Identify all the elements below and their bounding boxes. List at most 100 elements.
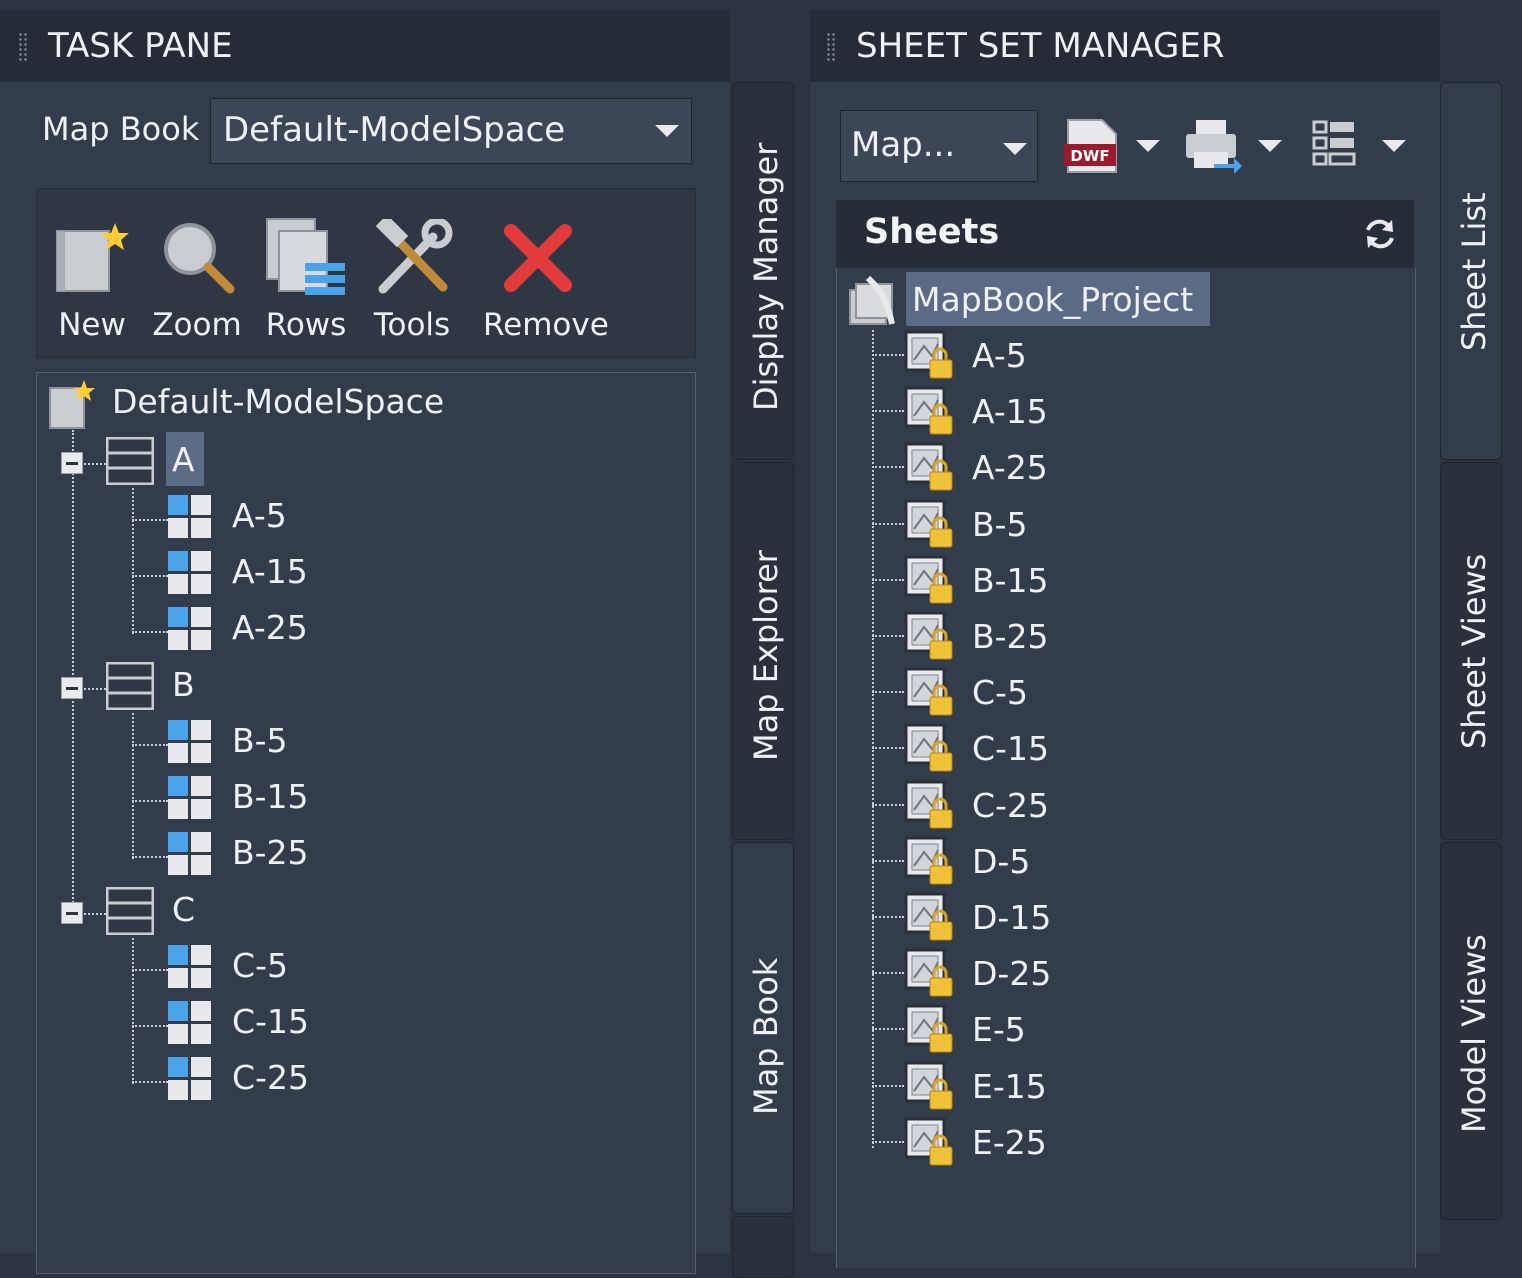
map-tile-icon — [168, 720, 211, 763]
dwf-text: DWF — [1070, 147, 1109, 165]
sheet-set-manager-title-bar: SHEET SET MANAGER — [810, 10, 1440, 82]
sheet-item-label[interactable]: C-25 — [972, 786, 1049, 826]
sheet-item-label[interactable]: E-15 — [972, 1067, 1047, 1107]
tree-connector — [872, 578, 904, 581]
tab-display-manager-label: Display Manager — [747, 142, 785, 411]
sheet-item-label[interactable]: E-25 — [972, 1123, 1047, 1163]
sheet-item-label[interactable]: B-15 — [972, 561, 1049, 601]
tree-item-label[interactable]: B-5 — [232, 721, 288, 761]
publish-dwf-button[interactable]: DWF — [1062, 118, 1166, 174]
sheet-selections-button[interactable] — [1308, 118, 1412, 174]
tree-connector — [872, 1028, 904, 1031]
sheet-item-label[interactable]: E-5 — [972, 1010, 1026, 1050]
sheet-item-label[interactable]: B-5 — [972, 505, 1028, 545]
rows-button[interactable]: Rows — [251, 189, 361, 357]
collapse-b-toggle[interactable] — [61, 677, 83, 699]
tree-connector — [872, 859, 904, 862]
tree-item-label[interactable]: C-5 — [232, 946, 288, 986]
chevron-down-icon[interactable] — [1136, 140, 1160, 152]
refresh-icon[interactable] — [1362, 216, 1398, 252]
tree-item-label[interactable]: C-15 — [232, 1002, 309, 1042]
tree-item-label[interactable]: B-25 — [232, 833, 309, 873]
tree-connector — [132, 631, 168, 633]
sheet-set-select[interactable]: Map... — [840, 110, 1038, 182]
chevron-down-icon[interactable] — [1258, 140, 1282, 152]
task-pane-title-bar: TASK PANE — [0, 10, 730, 82]
tree-group-b-label[interactable]: B — [172, 665, 195, 705]
tree-connector — [132, 1081, 168, 1083]
map-book-select[interactable]: Default-ModelSpace — [210, 98, 692, 164]
tab-sheet-list[interactable]: Sheet List — [1440, 82, 1502, 460]
tab-model-views-label: Model Views — [1455, 934, 1493, 1133]
map-book-toolbar: New Zoom Rows Tools Remove — [36, 188, 696, 358]
tree-item-label[interactable]: A-5 — [232, 496, 287, 536]
tab-map-book[interactable]: Map Book — [732, 842, 794, 1214]
map-tile-icon — [168, 1001, 211, 1044]
row-group-icon — [106, 437, 154, 485]
locked-sheet-icon — [904, 330, 953, 379]
map-tile-icon — [168, 832, 211, 875]
grip-handle[interactable] — [826, 32, 836, 62]
sheet-item-label[interactable]: D-15 — [972, 898, 1051, 938]
tree-connector — [132, 744, 168, 746]
tab-sheet-views[interactable]: Sheet Views — [1440, 462, 1502, 840]
plot-button[interactable] — [1184, 118, 1288, 174]
sheet-item-label[interactable]: A-5 — [972, 336, 1027, 376]
map-book-root-icon — [49, 380, 95, 429]
tree-connector — [872, 691, 904, 694]
locked-sheet-icon — [904, 667, 953, 716]
row-group-icon — [106, 887, 154, 935]
map-book-tree[interactable] — [36, 372, 696, 1274]
remove-button[interactable]: Remove — [473, 189, 609, 357]
sheet-set-project-label[interactable]: MapBook_Project — [912, 280, 1193, 320]
tree-item-label[interactable]: A-25 — [232, 608, 308, 648]
tree-connector — [132, 575, 168, 577]
collapse-a-toggle[interactable] — [61, 452, 83, 474]
tree-item-label[interactable]: A-15 — [232, 552, 308, 592]
tree-connector — [72, 430, 74, 910]
tab-display-manager[interactable]: Display Manager — [732, 82, 794, 460]
tree-connector — [132, 1025, 168, 1027]
tree-connector — [132, 519, 168, 521]
tree-connector — [872, 972, 904, 975]
sheet-item-label[interactable]: D-25 — [972, 954, 1051, 994]
sheet-item-label[interactable]: D-5 — [972, 842, 1030, 882]
locked-sheet-icon — [904, 1061, 953, 1110]
locked-sheet-icon — [904, 499, 953, 548]
collapse-c-toggle[interactable] — [61, 902, 83, 924]
map-tile-icon — [168, 607, 211, 650]
tree-connector — [872, 466, 904, 469]
tab-map-explorer-label: Map Explorer — [747, 550, 785, 761]
sheet-set-select-value: Map... — [851, 125, 956, 165]
sheet-set-manager-title: SHEET SET MANAGER — [856, 26, 1225, 66]
tab-sheet-views-label: Sheet Views — [1455, 553, 1493, 749]
map-tile-icon — [168, 495, 211, 538]
tree-connector — [132, 713, 134, 859]
sheet-item-label[interactable]: A-25 — [972, 448, 1048, 488]
sheet-item-label[interactable]: C-5 — [972, 673, 1028, 713]
printer-icon — [1186, 120, 1242, 174]
sheet-item-label[interactable]: C-15 — [972, 729, 1049, 769]
new-button-label: New — [58, 307, 126, 343]
new-button[interactable]: New — [37, 189, 147, 357]
locked-sheet-icon — [904, 442, 953, 491]
zoom-button[interactable]: Zoom — [142, 189, 252, 357]
tab-map-explorer[interactable]: Map Explorer — [732, 462, 794, 840]
tab-model-views[interactable]: Model Views — [1440, 842, 1502, 1220]
tree-group-c-label[interactable]: C — [172, 890, 195, 930]
tools-button[interactable]: Tools — [357, 189, 467, 357]
map-book-select-value: Default-ModelSpace — [223, 110, 566, 150]
tree-group-a-label[interactable]: A — [172, 440, 195, 480]
tree-item-label[interactable]: C-25 — [232, 1058, 309, 1098]
tab-extra[interactable] — [732, 1216, 794, 1278]
tree-item-label[interactable]: B-15 — [232, 777, 309, 817]
tree-root-label[interactable]: Default-ModelSpace — [112, 382, 444, 422]
tree-connector — [132, 969, 168, 971]
sheet-item-label[interactable]: B-25 — [972, 617, 1049, 657]
tree-connector — [872, 635, 904, 637]
locked-sheet-icon — [904, 1117, 953, 1166]
sheet-item-label[interactable]: A-15 — [972, 392, 1048, 432]
chevron-down-icon[interactable] — [1382, 140, 1406, 152]
rows-button-label: Rows — [265, 307, 347, 343]
grip-handle[interactable] — [18, 32, 28, 62]
